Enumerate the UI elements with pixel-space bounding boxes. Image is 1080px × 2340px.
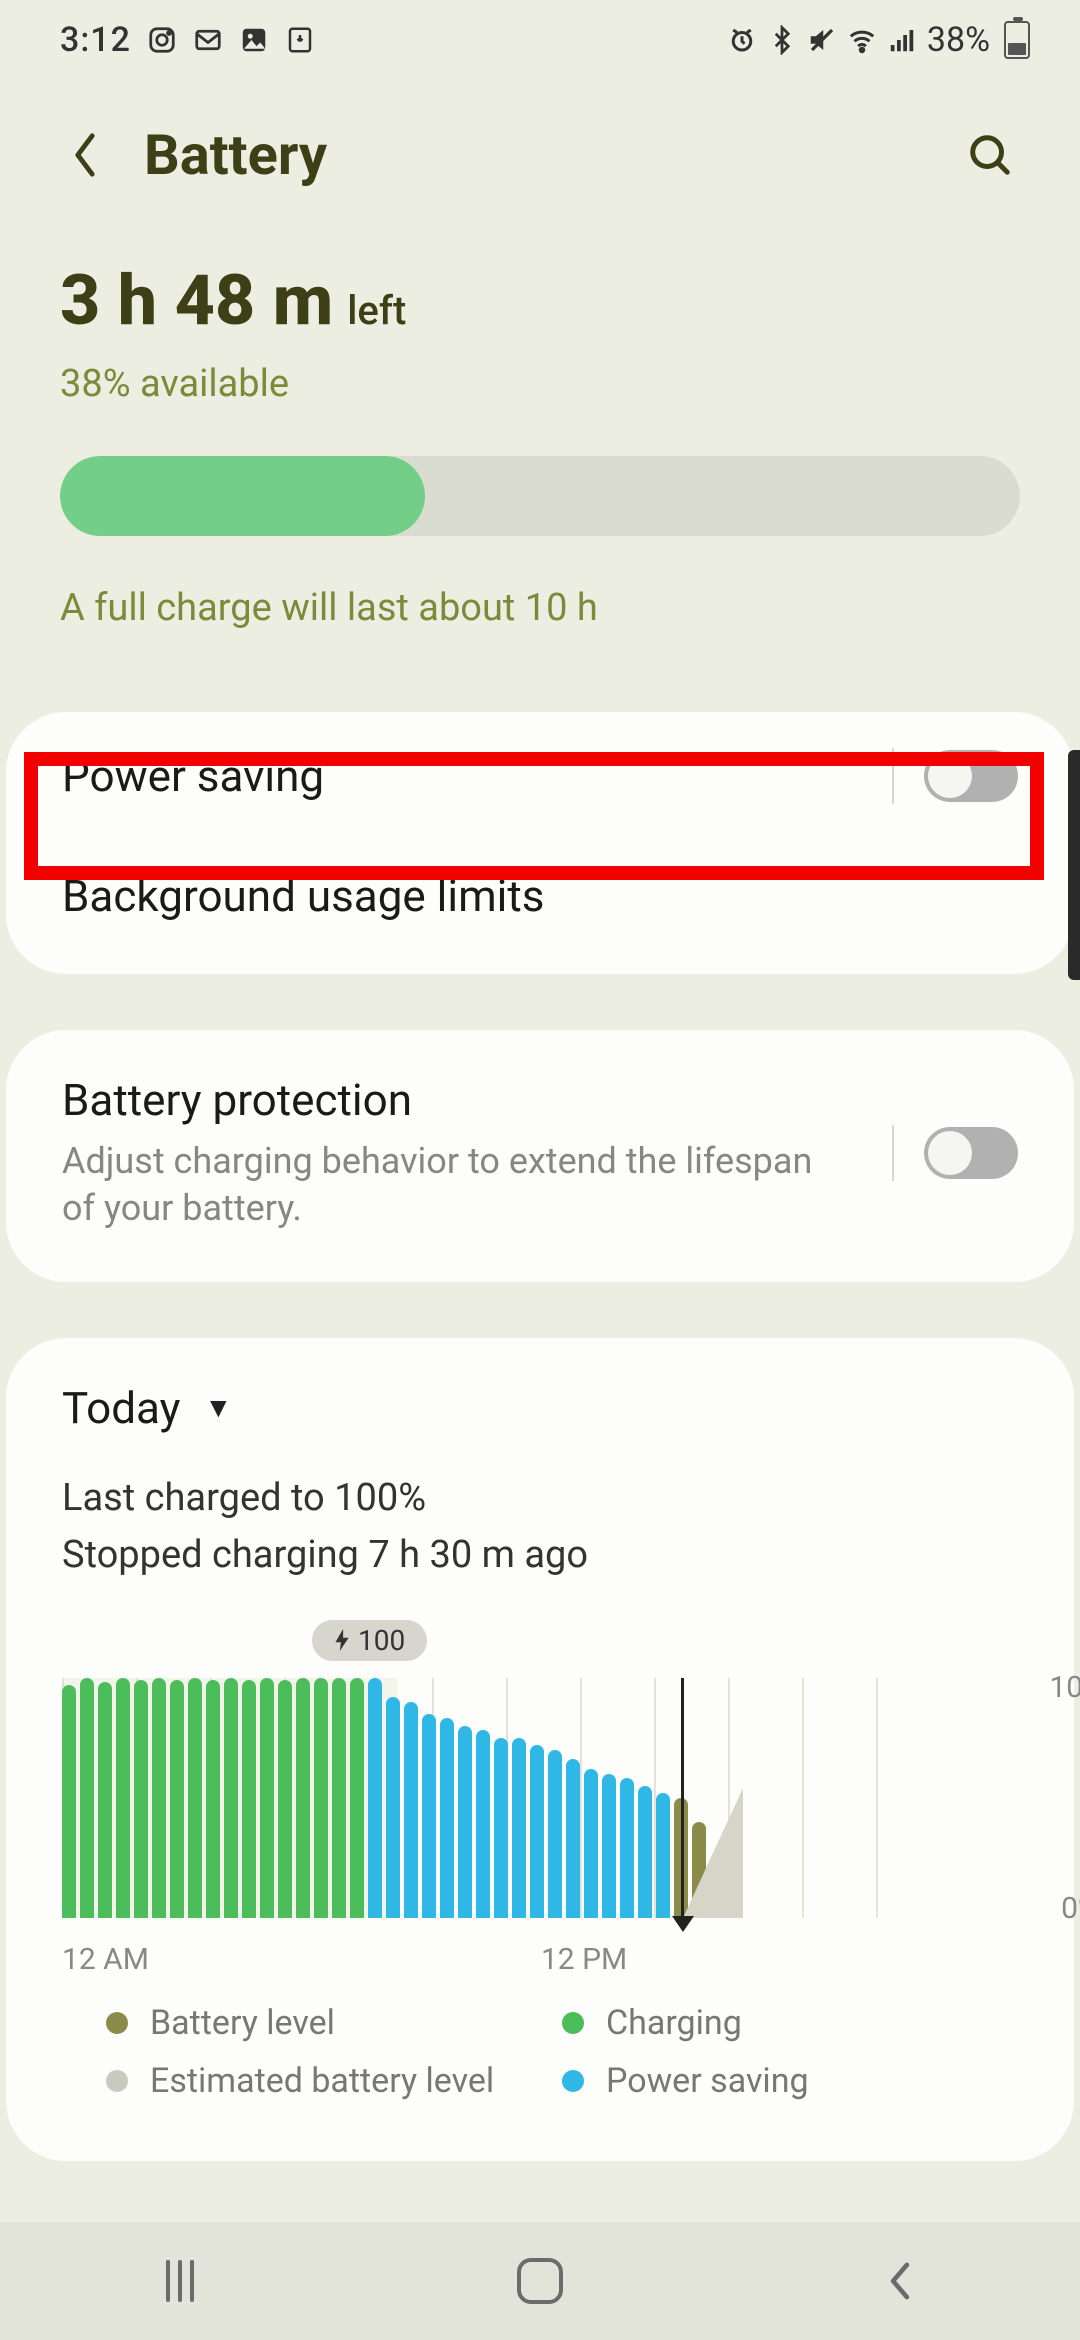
nav-recents-button[interactable] <box>150 2251 210 2311</box>
chevron-down-icon: ▼ <box>204 1391 232 1424</box>
legend-battery-level: Battery level <box>106 2003 562 2043</box>
instagram-icon <box>147 25 177 55</box>
x-label-1: 12 PM <box>541 1942 627 1977</box>
update-icon <box>285 25 315 55</box>
today-dropdown[interactable]: Today ▼ <box>6 1338 1074 1464</box>
today-card: Today ▼ Last charged to 100% Stopped cha… <box>6 1338 1074 2161</box>
chart-area: 100 0% <box>62 1678 1018 1918</box>
battery-protection-row[interactable]: Battery protection Adjust charging behav… <box>6 1030 1074 1282</box>
battery-protection-label: Battery protection <box>62 1074 842 1126</box>
legend-estimated: Estimated battery level <box>106 2061 562 2101</box>
navigation-bar <box>0 2222 1080 2340</box>
nav-back-button[interactable] <box>870 2251 930 2311</box>
back-button[interactable] <box>50 120 120 190</box>
battery-icon <box>1004 21 1030 59</box>
wifi-icon <box>847 25 877 55</box>
power-saving-toggle[interactable] <box>924 750 1018 802</box>
battery-protection-sub: Adjust charging behavior to extend the l… <box>62 1138 842 1232</box>
time-left: 3 h 48 m left <box>60 260 1020 342</box>
status-battery-pct: 38% <box>927 20 990 60</box>
bg-usage-limits-label: Background usage limits <box>62 870 544 922</box>
chart-legend: Battery level Charging Estimated battery… <box>6 1983 1074 2161</box>
y-label-bot: 0% <box>1061 1891 1080 1926</box>
chart-bars <box>62 1678 942 1918</box>
power-saving-row[interactable]: Power saving <box>6 712 1074 840</box>
status-right: 38% <box>727 20 1030 60</box>
status-bar: 3:12 38% <box>0 0 1080 80</box>
alarm-icon <box>727 25 757 55</box>
gmail-icon <box>193 25 223 55</box>
settings-card-1: Power saving Background usage limits <box>6 712 1074 974</box>
divider <box>892 748 894 804</box>
divider <box>892 1125 894 1181</box>
full-charge-note: A full charge will last about 10 h <box>60 586 1020 630</box>
search-button[interactable] <box>960 125 1020 185</box>
now-marker <box>681 1678 684 1918</box>
power-saving-label: Power saving <box>62 750 324 802</box>
x-axis: 12 AM 12 PM <box>6 1928 1074 1983</box>
battery-progress-fill <box>60 456 425 536</box>
today-info: Last charged to 100% Stopped charging 7 … <box>6 1464 1074 1614</box>
nav-home-button[interactable] <box>510 2251 570 2311</box>
last-charged-line: Last charged to 100% <box>62 1470 1018 1527</box>
battery-available: 38% available <box>60 362 1020 406</box>
status-left: 3:12 <box>60 20 315 60</box>
x-label-0: 12 AM <box>62 1942 149 1977</box>
scroll-indicator <box>1068 750 1080 980</box>
header: Battery <box>0 80 1080 230</box>
status-time: 3:12 <box>60 20 131 60</box>
estimated-level-shape <box>683 1788 743 1918</box>
page-title: Battery <box>144 122 960 188</box>
legend-power-saving: Power saving <box>562 2061 1018 2101</box>
mute-icon <box>807 25 837 55</box>
battery-progress <box>60 456 1020 536</box>
chart-badge-value: 100 <box>358 1624 405 1657</box>
settings-card-2: Battery protection Adjust charging behav… <box>6 1030 1074 1282</box>
y-label-top: 100 <box>1049 1670 1080 1705</box>
stopped-charging-line: Stopped charging 7 h 30 m ago <box>62 1527 1018 1584</box>
bg-usage-limits-row[interactable]: Background usage limits <box>6 840 1074 974</box>
time-left-suffix: left <box>347 287 406 334</box>
signal-icon <box>887 25 917 55</box>
time-left-value: 3 h 48 m <box>60 260 333 342</box>
legend-charging: Charging <box>562 2003 1018 2043</box>
chart-badge: 100 <box>312 1620 427 1661</box>
today-title: Today <box>62 1382 180 1434</box>
battery-chart[interactable]: 100 100 0% <box>6 1614 1074 1928</box>
battery-protection-toggle[interactable] <box>924 1127 1018 1179</box>
photos-icon <box>239 25 269 55</box>
bluetooth-icon <box>767 25 797 55</box>
battery-summary: 3 h 48 m left 38% available A full charg… <box>0 230 1080 670</box>
